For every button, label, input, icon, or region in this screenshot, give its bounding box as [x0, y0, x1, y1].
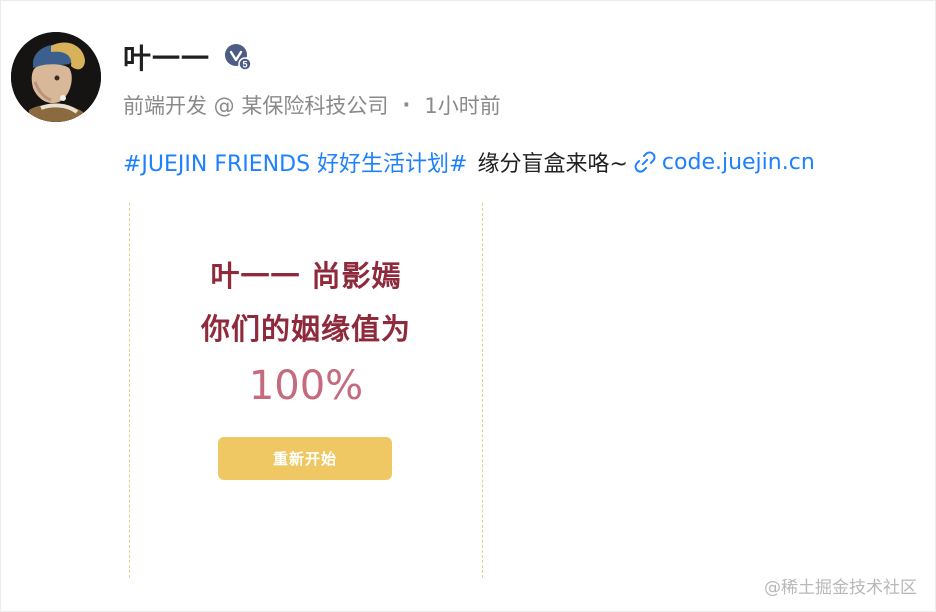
- watermark: @稀土掘金技术社区: [764, 578, 917, 598]
- verified-level-icon: 5: [224, 43, 252, 71]
- external-link[interactable]: code.juejin.cn: [662, 150, 815, 175]
- topic-link[interactable]: #JUEJIN FRIENDS 好好生活计划#: [123, 146, 467, 178]
- restart-button[interactable]: 重新开始: [218, 437, 392, 480]
- compatibility-percent: 100%: [248, 363, 364, 409]
- author-row: 叶一一 5: [123, 37, 252, 77]
- meta-separator: ·: [402, 93, 411, 117]
- avatar[interactable]: [11, 32, 101, 122]
- post-time: 1小时前: [424, 94, 501, 118]
- result-card: 叶一一 尚影嫣 你们的姻缘值为 100% 重新开始: [129, 203, 483, 578]
- author-name[interactable]: 叶一一: [123, 37, 210, 77]
- card-names: 叶一一 尚影嫣: [210, 259, 402, 293]
- link-icon[interactable]: [632, 149, 658, 175]
- post-content: #JUEJIN FRIENDS 好好生活计划# 缘分盲盒来咯~ code.jue…: [123, 144, 815, 180]
- avatar-portrait-icon: [11, 32, 101, 122]
- post-card: 叶一一 5 前端开发 @ 某保险科技公司 · 1小时前 #JUEJIN FRIE…: [0, 0, 936, 612]
- author-job-title: 前端开发 @ 某保险科技公司: [123, 94, 389, 118]
- author-meta: 前端开发 @ 某保险科技公司 · 1小时前: [123, 87, 501, 123]
- level-badge-number: 5: [243, 60, 248, 70]
- card-subtitle: 你们的姻缘值为: [200, 312, 411, 346]
- post-body-text: 缘分盲盒来咯~: [477, 152, 628, 177]
